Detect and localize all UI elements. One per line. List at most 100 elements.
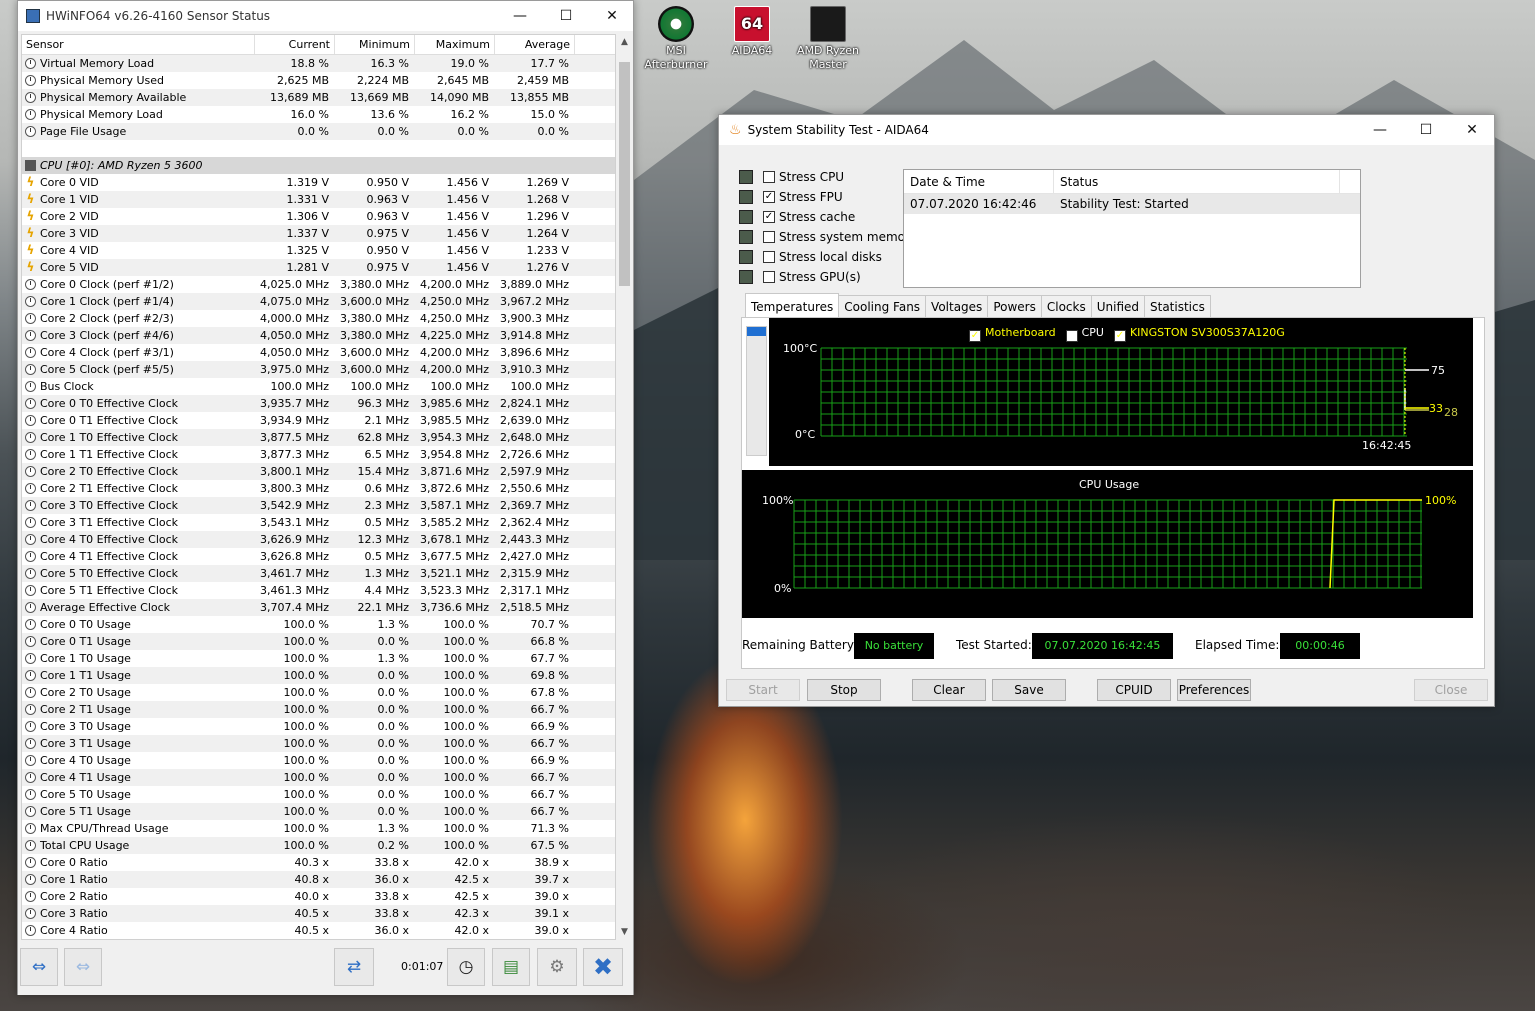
- legend-motherboard[interactable]: ✓ Motherboard: [969, 326, 1056, 342]
- settings-gear-button[interactable]: ⚙: [537, 948, 577, 986]
- stress-option-3[interactable]: Stress system memory: [739, 227, 917, 247]
- sensor-table[interactable]: Sensor Current Minimum Maximum Average V…: [21, 34, 616, 940]
- table-row[interactable]: ϟ Core 5 VID 1.281 V 0.975 V 1.456 V 1.276 V: [22, 259, 615, 276]
- table-row[interactable]: Core 4 T0 Usage 100.0 % 0.0 % 100.0 % 66.9 %: [22, 752, 615, 769]
- column-header-sensor[interactable]: Sensor: [22, 35, 255, 54]
- close-button[interactable]: ✕: [1449, 115, 1495, 145]
- table-row[interactable]: Core 2 T0 Effective Clock 3,800.1 MHz 15.4…: [22, 463, 615, 480]
- table-row[interactable]: Core 0 T0 Usage 100.0 % 1.3 % 100.0 % 70.7 %: [22, 616, 615, 633]
- table-row[interactable]: Average Effective Clock 3,707.4 MHz 22.1 M…: [22, 599, 615, 616]
- tab-statistics[interactable]: Statistics: [1144, 295, 1211, 317]
- tab-unified[interactable]: Unified: [1090, 295, 1145, 317]
- minimize-button[interactable]: —: [1357, 115, 1403, 145]
- table-row[interactable]: Physical Memory Load 16.0 % 13.6 % 16.2 % 15…: [22, 106, 615, 123]
- scroll-thumb[interactable]: [619, 62, 630, 286]
- table-row[interactable]: Core 5 Clock (perf #5/5) 3,975.0 MHz 3,600…: [22, 361, 615, 378]
- table-row[interactable]: Core 2 T1 Usage 100.0 % 0.0 % 100.0 % 66.7 %: [22, 701, 615, 718]
- stress-option-4[interactable]: Stress local disks: [739, 247, 882, 267]
- maximize-button[interactable]: ☐: [543, 1, 589, 31]
- nav-left-right-button[interactable]: ⇔: [20, 948, 58, 986]
- stress-option-5[interactable]: Stress GPU(s): [739, 267, 861, 287]
- table-row[interactable]: Core 3 T0 Usage 100.0 % 0.0 % 100.0 % 66.9 %: [22, 718, 615, 735]
- column-header-minimum[interactable]: Minimum: [335, 35, 415, 54]
- table-row[interactable]: Core 5 T0 Effective Clock 3,461.7 MHz 1.3 …: [22, 565, 615, 582]
- table-row[interactable]: Core 3 T1 Usage 100.0 % 0.0 % 100.0 % 66.7 %: [22, 735, 615, 752]
- table-row[interactable]: Core 3 Clock (perf #4/6) 4,050.0 MHz 3,380…: [22, 327, 615, 344]
- table-row[interactable]: Max CPU/Thread Usage 100.0 % 1.3 % 100.0 % 7…: [22, 820, 615, 837]
- scroll-up-arrow-icon[interactable]: ▲: [617, 34, 632, 50]
- close-button[interactable]: ✕: [589, 1, 635, 31]
- preferences-button[interactable]: Preferences: [1177, 679, 1251, 701]
- legend-cpu[interactable]: ✓ CPU: [1065, 326, 1104, 342]
- checkbox-unchecked-icon[interactable]: [763, 231, 775, 243]
- table-row[interactable]: Core 0 T1 Usage 100.0 % 0.0 % 100.0 % 66.8 %: [22, 633, 615, 650]
- minimize-button[interactable]: —: [497, 1, 543, 31]
- table-row[interactable]: Physical Memory Available 13,689 MB 13,669…: [22, 89, 615, 106]
- table-row[interactable]: Core 5 T0 Usage 100.0 % 0.0 % 100.0 % 66.7 %: [22, 786, 615, 803]
- table-row[interactable]: Core 1 T1 Usage 100.0 % 0.0 % 100.0 % 69.8 %: [22, 667, 615, 684]
- table-row[interactable]: [22, 140, 615, 157]
- table-row[interactable]: Core 3 Ratio 40.5 x 33.8 x 42.3 x 39.1 x: [22, 905, 615, 922]
- table-row[interactable]: Core 4 T0 Effective Clock 3,626.9 MHz 12.3…: [22, 531, 615, 548]
- column-header-current[interactable]: Current: [255, 35, 335, 54]
- tab-powers[interactable]: Powers: [987, 295, 1042, 317]
- aida64-titlebar[interactable]: ♨ System Stability Test - AIDA64 — ☐ ✕: [719, 115, 1494, 145]
- table-row[interactable]: Core 0 T0 Effective Clock 3,935.7 MHz 96.3…: [22, 395, 615, 412]
- checkbox-checked-icon[interactable]: ✓: [763, 191, 775, 203]
- checkbox-unchecked-icon[interactable]: [763, 171, 775, 183]
- exit-button[interactable]: ✖: [583, 948, 623, 986]
- table-row[interactable]: Core 3 T1 Effective Clock 3,543.1 MHz 0.5 …: [22, 514, 615, 531]
- network-monitor-button[interactable]: ⇄: [334, 948, 374, 986]
- table-row[interactable]: Core 4 T1 Usage 100.0 % 0.0 % 100.0 % 66.7 %: [22, 769, 615, 786]
- table-row[interactable]: Page File Usage 0.0 % 0.0 % 0.0 % 0.0 %: [22, 123, 615, 140]
- table-row[interactable]: Core 4 Clock (perf #3/1) 4,050.0 MHz 3,600…: [22, 344, 615, 361]
- close-app-button[interactable]: Close: [1414, 679, 1488, 701]
- checkbox-unchecked-icon[interactable]: [763, 271, 775, 283]
- table-row[interactable]: Core 0 T1 Effective Clock 3,934.9 MHz 2.1 …: [22, 412, 615, 429]
- table-row[interactable]: Physical Memory Used 2,625 MB 2,224 MB 2,64…: [22, 72, 615, 89]
- table-row[interactable]: Core 0 Clock (perf #1/2) 4,025.0 MHz 3,380…: [22, 276, 615, 293]
- tab-cooling-fans[interactable]: Cooling Fans: [838, 295, 927, 317]
- desktop-icon-amd-ryzen-master[interactable]: AMD Ryzen Master: [793, 6, 863, 72]
- table-row[interactable]: Total CPU Usage 100.0 % 0.2 % 100.0 % 67.5 %: [22, 837, 615, 854]
- table-row[interactable]: ϟ Core 0 VID 1.319 V 0.950 V 1.456 V 1.269 V: [22, 174, 615, 191]
- checkbox-checked-icon[interactable]: ✓: [763, 211, 775, 223]
- column-header-maximum[interactable]: Maximum: [415, 35, 495, 54]
- table-row[interactable]: ϟ Core 3 VID 1.337 V 0.975 V 1.456 V 1.264 V: [22, 225, 615, 242]
- table-row[interactable]: ϟ Core 1 VID 1.331 V 0.963 V 1.456 V 1.268 V: [22, 191, 615, 208]
- cpuid-button[interactable]: CPUID: [1097, 679, 1171, 701]
- table-row[interactable]: Core 4 Ratio 40.5 x 36.0 x 42.0 x 39.0 x: [22, 922, 615, 939]
- table-row[interactable]: Core 3 T0 Effective Clock 3,542.9 MHz 2.3 …: [22, 497, 615, 514]
- sensor-group-row[interactable]: CPU [#0]: AMD Ryzen 5 3600: [22, 157, 615, 174]
- table-row[interactable]: ϟ Core 2 VID 1.306 V 0.963 V 1.456 V 1.296 V: [22, 208, 615, 225]
- table-row[interactable]: Core 1 T0 Usage 100.0 % 1.3 % 100.0 % 67.7 %: [22, 650, 615, 667]
- table-row[interactable]: ϟ Core 4 VID 1.325 V 0.950 V 1.456 V 1.233 V: [22, 242, 615, 259]
- legend-kingston[interactable]: ✓ KINGSTON SV300S37A120G: [1113, 326, 1285, 342]
- table-row[interactable]: Core 2 Ratio 40.0 x 33.8 x 42.5 x 39.0 x: [22, 888, 615, 905]
- table-row[interactable]: Core 5 T1 Effective Clock 3,461.3 MHz 4.4 …: [22, 582, 615, 599]
- table-row[interactable]: Core 2 Clock (perf #2/3) 4,000.0 MHz 3,380…: [22, 310, 615, 327]
- table-row[interactable]: Core 2 T1 Effective Clock 3,800.3 MHz 0.6 …: [22, 480, 615, 497]
- clear-button[interactable]: Clear: [912, 679, 986, 701]
- table-row[interactable]: Core 0 Ratio 40.3 x 33.8 x 42.0 x 38.9 x: [22, 854, 615, 871]
- nav-right-left-button[interactable]: ⇔: [64, 948, 102, 986]
- tab-temperatures[interactable]: Temperatures: [745, 293, 840, 317]
- stress-option-1[interactable]: ✓ Stress FPU: [739, 187, 843, 207]
- sensor-scrollbar[interactable]: ▲ ▼: [617, 34, 632, 940]
- maximize-button[interactable]: ☐: [1403, 115, 1449, 145]
- table-row[interactable]: Virtual Memory Load 18.8 % 16.3 % 19.0 % 17.…: [22, 55, 615, 72]
- stop-button[interactable]: Stop: [807, 679, 881, 701]
- log-row[interactable]: 07.07.2020 16:42:46 Stability Test: Star…: [904, 194, 1360, 214]
- tab-voltages[interactable]: Voltages: [925, 295, 989, 317]
- column-header-average[interactable]: Average: [495, 35, 575, 54]
- tab-clocks[interactable]: Clocks: [1040, 295, 1092, 317]
- table-row[interactable]: Core 2 T0 Usage 100.0 % 0.0 % 100.0 % 67.8 %: [22, 684, 615, 701]
- stress-option-0[interactable]: Stress CPU: [739, 167, 844, 187]
- hwinfo-titlebar[interactable]: HWiNFO64 v6.26-4160 Sensor Status — ☐ ✕: [18, 1, 633, 31]
- stress-option-2[interactable]: ✓ Stress cache: [739, 207, 855, 227]
- desktop-icon-aida64[interactable]: 64 AIDA64: [717, 6, 787, 58]
- checkbox-unchecked-icon[interactable]: [763, 251, 775, 263]
- table-row[interactable]: Core 1 Clock (perf #1/4) 4,075.0 MHz 3,600…: [22, 293, 615, 310]
- scroll-down-arrow-icon[interactable]: ▼: [617, 924, 632, 940]
- desktop-icon-msi-afterburner[interactable]: MSI Afterburner: [641, 6, 711, 72]
